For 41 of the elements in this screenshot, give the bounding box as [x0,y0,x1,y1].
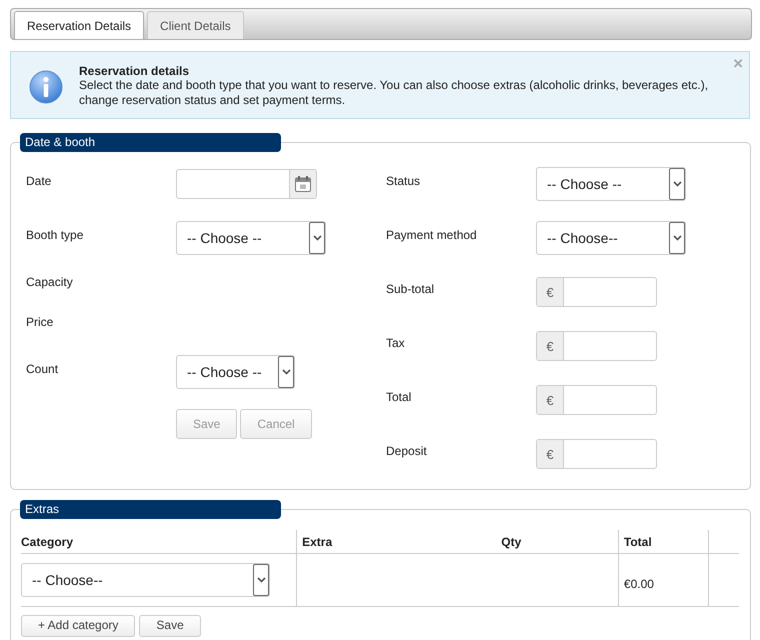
calendar-icon[interactable] [294,175,312,193]
field-label: Booth type [26,228,84,244]
save-button[interactable]: Save [139,615,201,637]
tab[interactable]: Reservation Details [14,11,144,39]
section-legend: Date & booth [20,133,281,152]
section-legend: Extras [20,500,281,519]
dropdown[interactable]: -- Choose-- [536,221,686,255]
field-label: Date [26,174,52,190]
chevron-down-icon[interactable] [282,369,290,375]
column-header: Qty [501,530,618,554]
currency-field[interactable]: € [536,331,657,361]
alert-message: Select the date and booth type that you want to reserve. You can also choose extras (alcoholic drinks, beverages etc.), change reservation status and set payment terms. [79,78,710,108]
dropdown[interactable]: -- Choose -- [536,167,686,201]
tab[interactable]: Client Details [147,11,244,39]
field-label: Count [26,362,60,378]
currency-field[interactable]: € [536,439,657,469]
date-field[interactable] [176,169,317,199]
column-header: Total [618,530,709,554]
field-label: Capacity [26,275,74,291]
dropdown[interactable]: -- Choose -- [176,355,295,389]
field-label: Deposit [386,444,428,460]
dropdown[interactable]: -- Choose-- [21,563,270,597]
currency-field[interactable]: € [536,385,657,415]
field-label: Total [386,390,412,406]
field-label: Status [386,174,422,190]
alert-title: Reservation details [79,64,190,78]
field-label: Payment method [386,228,478,244]
info-icon [29,70,63,104]
field-label: Tax [386,336,406,352]
currency-field[interactable]: € [536,277,657,307]
chevron-down-icon[interactable] [672,181,682,187]
column-header: Extra [296,530,502,554]
field-label: Price [26,315,54,331]
table-cell: €0.00 [624,577,654,591]
field-label: Sub-total [386,282,436,298]
chevron-down-icon[interactable] [672,235,682,241]
chevron-down-icon[interactable] [312,235,322,241]
chevron-down-icon[interactable] [256,577,266,583]
add-category-button[interactable]: + Add category [21,615,136,637]
dropdown[interactable]: -- Choose -- [176,221,326,255]
column-header: Category [21,530,297,554]
